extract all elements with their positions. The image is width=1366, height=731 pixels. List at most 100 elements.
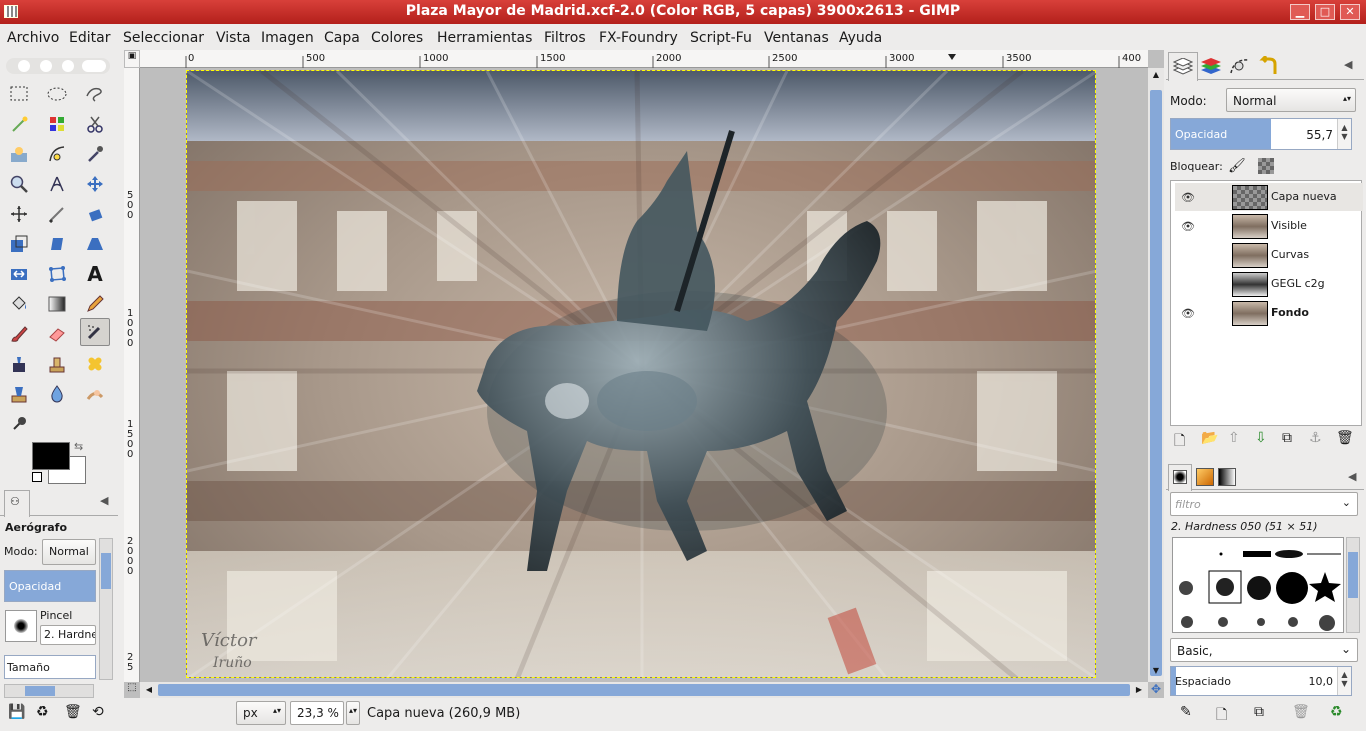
channels-tab-icon[interactable]	[1199, 56, 1223, 76]
horizontal-ruler[interactable]: 0 500 1000 1500 2000 2500 3000 3500 400	[140, 50, 1148, 68]
new-layer-group-icon[interactable]: 📂	[1201, 430, 1218, 446]
zoom-icon[interactable]	[4, 170, 34, 198]
raise-layer-icon[interactable]: ⇧	[1228, 430, 1240, 446]
layer-mode-combo[interactable]: Normal ▴▾	[1226, 88, 1356, 112]
tool-options-vscroll[interactable]	[99, 538, 113, 680]
tab-menu-icon[interactable]: ◀	[100, 494, 108, 507]
select-by-color-icon[interactable]	[42, 110, 72, 138]
menu-fx-foundry[interactable]: FX-Foundry	[599, 30, 678, 46]
unit-combo[interactable]: px ▴▾	[236, 701, 286, 725]
scroll-right-icon[interactable]: ▶	[1132, 683, 1146, 697]
menu-archivo[interactable]: Archivo	[7, 30, 59, 46]
image-canvas[interactable]: Víctor Iruño	[186, 70, 1096, 678]
new-brush-icon[interactable]: 🗋	[1216, 704, 1227, 728]
shear-icon[interactable]	[42, 230, 72, 258]
brushes-tab-menu-icon[interactable]: ◀	[1348, 470, 1356, 483]
duplicate-brush-icon[interactable]: ⧉	[1254, 704, 1264, 720]
ellipse-select-icon[interactable]	[42, 80, 72, 108]
gradient-icon[interactable]	[42, 290, 72, 318]
foreground-select-icon[interactable]	[4, 140, 34, 168]
default-colors-icon[interactable]	[32, 472, 42, 482]
cage-transform-icon[interactable]	[42, 260, 72, 288]
brush-name-field[interactable]: 2. Hardne	[40, 625, 96, 645]
paths-icon[interactable]	[42, 140, 72, 168]
layers-tab[interactable]	[1168, 52, 1198, 81]
dodge-burn-icon[interactable]	[4, 410, 34, 438]
close-button[interactable]: ✕	[1340, 4, 1360, 20]
swap-colors-icon[interactable]: ⇆	[74, 440, 83, 453]
layer-visibility-eye-icon[interactable]: 👁	[1181, 307, 1195, 320]
refresh-brushes-icon[interactable]: ♻	[1330, 704, 1343, 720]
scroll-left-icon[interactable]: ◀	[142, 683, 156, 697]
flip-icon[interactable]	[4, 260, 34, 288]
spacing-slider[interactable]: Espaciado 10,0 ▲ ▼	[1170, 666, 1352, 696]
restore-tool-preset-icon[interactable]: ♻	[36, 704, 49, 720]
opacity-spin-buttons[interactable]: ▲ ▼	[1337, 119, 1351, 149]
dock-tab-menu-icon[interactable]: ◀	[1344, 58, 1352, 71]
canvas-vscroll-thumb[interactable]	[1150, 90, 1162, 676]
menu-colores[interactable]: Colores	[371, 30, 423, 46]
mode-combo[interactable]: Normal	[42, 539, 96, 565]
new-layer-icon[interactable]: 🗋	[1174, 430, 1185, 454]
layer-row-visible[interactable]: 👁 Visible	[1175, 212, 1363, 240]
align-icon[interactable]	[4, 200, 34, 228]
color-picker-icon[interactable]	[80, 140, 110, 168]
tool-options-tab[interactable]: ⚇	[4, 490, 30, 517]
free-select-icon[interactable]	[80, 80, 110, 108]
brush-preview[interactable]	[5, 610, 37, 642]
minimize-button[interactable]: ▁	[1290, 4, 1310, 20]
scroll-up-icon[interactable]: ▲	[1150, 70, 1162, 84]
delete-tool-preset-icon[interactable]: 🗑	[64, 704, 82, 720]
layer-visibility-eye-icon[interactable]: 👁	[1181, 191, 1195, 204]
delete-brush-icon[interactable]: 🗑	[1292, 704, 1310, 720]
move-icon[interactable]	[80, 170, 110, 198]
lock-alpha-icon[interactable]	[1258, 158, 1274, 174]
menu-editar[interactable]: Editar	[69, 30, 110, 46]
clone-icon[interactable]	[42, 350, 72, 378]
layer-row-capa-nueva[interactable]: 👁 Capa nueva	[1175, 183, 1363, 211]
zoom-field[interactable]: 23,3 %	[290, 701, 344, 725]
eraser-icon[interactable]	[42, 320, 72, 348]
layer-opacity-slider[interactable]: Opacidad 55,7 ▲ ▼	[1170, 118, 1352, 150]
bucket-fill-icon[interactable]	[4, 290, 34, 318]
spacing-spin-buttons[interactable]: ▲ ▼	[1337, 667, 1351, 695]
layer-row-fondo[interactable]: 👁 Fondo	[1175, 299, 1363, 327]
blur-icon[interactable]	[42, 380, 72, 408]
canvas-vertical-scrollbar[interactable]: ▲ ▼	[1148, 68, 1164, 682]
layer-row-curvas[interactable]: Curvas	[1175, 241, 1363, 269]
zoom-menu-icon[interactable]: ▴▾	[346, 701, 360, 725]
patterns-tab-icon[interactable]	[1196, 468, 1214, 486]
ink-icon[interactable]	[4, 350, 34, 378]
crop-icon[interactable]	[42, 200, 72, 228]
measure-icon[interactable]	[42, 170, 72, 198]
delete-layer-icon[interactable]: 🗑	[1336, 430, 1354, 446]
heal-icon[interactable]	[80, 350, 110, 378]
brush-grid-vscroll[interactable]	[1346, 537, 1360, 633]
brush-grid[interactable]	[1172, 537, 1344, 633]
canvas-horizontal-scrollbar[interactable]: ◀ ▶	[140, 682, 1148, 698]
menu-imagen[interactable]: Imagen	[261, 30, 314, 46]
fuzzy-select-icon[interactable]	[4, 110, 34, 138]
reset-tool-options-icon[interactable]: ⟲	[92, 704, 104, 720]
brushes-tab[interactable]	[1168, 464, 1192, 491]
text-icon[interactable]: A	[80, 260, 110, 288]
edit-brush-icon[interactable]: ✎	[1180, 704, 1192, 720]
rotate-icon[interactable]	[80, 200, 110, 228]
perspective-clone-icon[interactable]	[4, 380, 34, 408]
scissors-icon[interactable]	[80, 110, 110, 138]
layer-row-gegl-c2g[interactable]: GEGL c2g	[1175, 270, 1363, 298]
rect-select-icon[interactable]	[4, 80, 34, 108]
navigate-icon[interactable]: ✥	[1148, 682, 1164, 698]
scale-icon[interactable]	[4, 230, 34, 258]
scroll-down-icon[interactable]: ▼	[1150, 666, 1162, 680]
size-slider[interactable]: Tamaño	[4, 655, 96, 679]
pencil-icon[interactable]	[80, 290, 110, 318]
menu-ayuda[interactable]: Ayuda	[839, 30, 882, 46]
airbrush-icon[interactable]	[80, 318, 110, 346]
brush-tag-combo[interactable]: Basic, ⌄	[1170, 638, 1358, 662]
brush-filter-input[interactable]: filtro ⌄	[1170, 492, 1358, 516]
canvas-hscroll-thumb[interactable]	[158, 684, 1130, 696]
perspective-icon[interactable]	[80, 230, 110, 258]
anchor-layer-icon[interactable]: ⚓	[1309, 430, 1322, 446]
duplicate-layer-icon[interactable]: ⧉	[1282, 430, 1292, 446]
